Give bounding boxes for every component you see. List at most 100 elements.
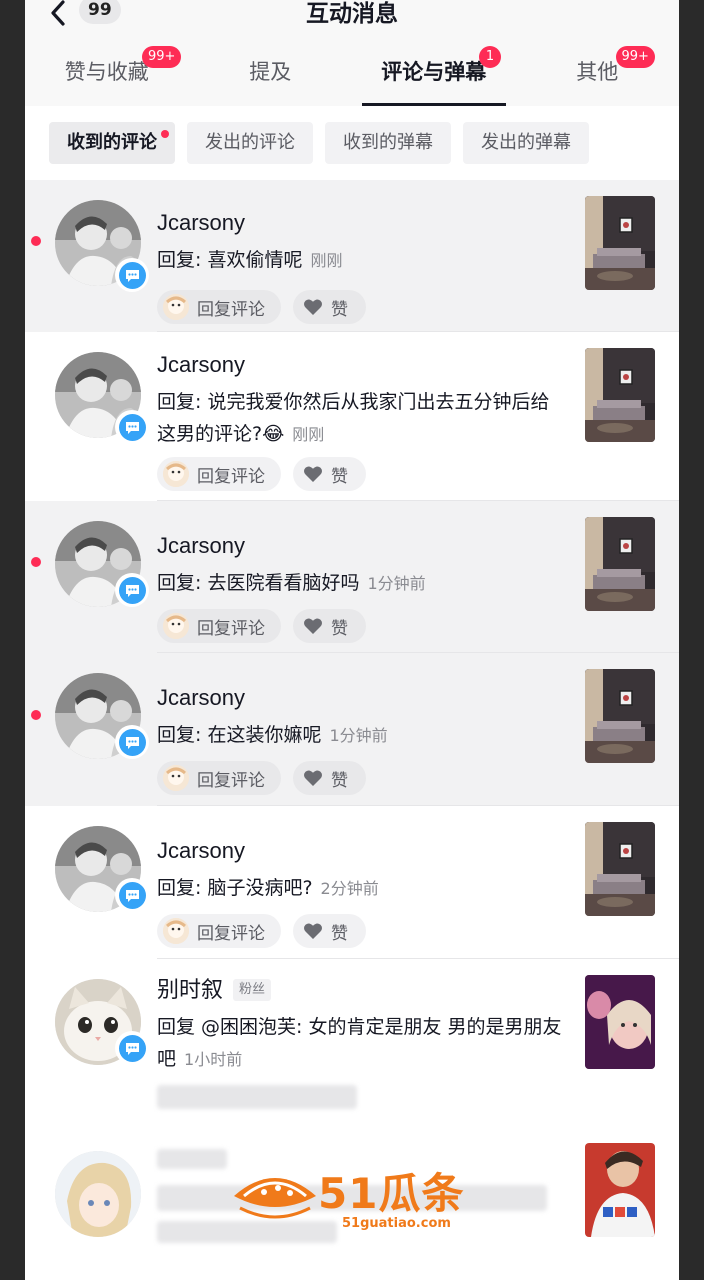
video-thumbnail[interactable] xyxy=(585,517,655,611)
username-text: Jcarsony xyxy=(157,838,246,863)
fan-tag: 粉丝 xyxy=(233,979,272,1001)
tab-likes-favorites[interactable]: 赞与收藏 99+ xyxy=(25,44,189,106)
video-thumbnail[interactable] xyxy=(585,975,655,1069)
my-avatar-icon xyxy=(163,765,189,791)
filter-chips: 收到的评论 发出的评论 收到的弹幕 发出的弹幕 xyxy=(25,106,679,180)
avatar[interactable] xyxy=(55,1151,141,1237)
reply-body: 回复: 脑子没病吧? xyxy=(157,877,313,899)
like-button[interactable]: 赞 xyxy=(293,914,366,948)
comment-badge xyxy=(115,573,149,607)
reply-comment-button[interactable]: 回复评论 xyxy=(157,290,281,324)
heart-icon xyxy=(304,923,322,939)
chip-sent-comments[interactable]: 发出的评论 xyxy=(187,122,313,164)
like-button[interactable]: 赞 xyxy=(293,609,366,643)
reply-body: 回复: 说完我爱你然后从我家门出去五分钟后给这男的评论?😂 xyxy=(157,391,550,445)
chip-label: 收到的评论 xyxy=(67,132,157,153)
like-button[interactable]: 赞 xyxy=(293,290,366,324)
comment-badge xyxy=(115,258,149,292)
chip-label: 发出的评论 xyxy=(205,132,295,153)
reply-body: 回复: 去医院看看脑好吗 xyxy=(157,572,360,594)
reply-text: 回复: 脑子没病吧? 2分钟前 xyxy=(157,872,567,905)
unread-dot xyxy=(161,130,169,138)
video-thumbnail[interactable] xyxy=(585,196,655,290)
blurred-username xyxy=(157,1149,227,1169)
username-text: Jcarsony xyxy=(157,685,246,710)
action-bar: 回复评论 赞 xyxy=(157,290,366,324)
comment-icon xyxy=(125,1042,139,1055)
comment-icon xyxy=(125,736,139,749)
username[interactable]: Jcarsony xyxy=(157,683,567,713)
reply-label: 回复评论 xyxy=(197,466,265,487)
party-thumbnail-image xyxy=(585,975,655,1069)
chip-received-comments[interactable]: 收到的评论 xyxy=(49,122,175,164)
reply-text: 回复: 在这装你嫲呢 1分钟前 xyxy=(157,719,567,752)
chip-label: 收到的弹幕 xyxy=(343,132,433,153)
reply-comment-button[interactable]: 回复评论 xyxy=(157,914,281,948)
list-item[interactable]: Jcarsony 回复: 去医院看看脑好吗 1分钟前 回复评论 赞 xyxy=(25,501,679,653)
video-thumbnail[interactable] xyxy=(585,669,655,763)
notification-content: Jcarsony 回复: 在这装你嫲呢 1分钟前 xyxy=(157,683,567,752)
tab-badge: 1 xyxy=(479,46,501,68)
list-item[interactable]: Jcarsony 回复: 在这装你嫲呢 1分钟前 回复评论 赞 xyxy=(25,653,679,806)
notification-content: Jcarsony 回复: 去医院看看脑好吗 1分钟前 xyxy=(157,531,567,600)
tab-label: 其他 xyxy=(576,60,619,84)
notification-content: 别时叙 粉丝 回复 @困困泡芙: 女的肯定是朋友 男的是男朋友吧 1小时前 xyxy=(157,975,567,1076)
chip-sent-danmaku[interactable]: 发出的弹幕 xyxy=(463,122,589,164)
list-item[interactable]: Jcarsony 回复: 说完我爱你然后从我家门出去五分钟后给这男的评论?😂 刚刚… xyxy=(25,332,679,501)
username[interactable]: 别时叙 粉丝 xyxy=(157,975,567,1005)
like-button[interactable]: 赞 xyxy=(293,457,366,491)
like-label: 赞 xyxy=(331,618,348,639)
timestamp: 1分钟前 xyxy=(329,726,388,745)
tab-comments-danmaku[interactable]: 评论与弹幕 1 xyxy=(352,44,516,106)
tab-badge: 99+ xyxy=(615,46,655,68)
my-avatar-icon xyxy=(163,294,189,320)
reply-label: 回复评论 xyxy=(197,618,265,639)
blurred-actions xyxy=(157,1085,357,1109)
comment-icon xyxy=(125,584,139,597)
timestamp: 2分钟前 xyxy=(320,879,379,898)
tab-other[interactable]: 其他 99+ xyxy=(516,44,680,106)
tab-bar: 赞与收藏 99+ 提及 评论与弹幕 1 其他 99+ xyxy=(25,44,679,106)
username-text: Jcarsony xyxy=(157,533,246,558)
username[interactable]: Jcarsony xyxy=(157,531,567,561)
list-item[interactable]: Jcarsony 回复: 喜欢偷情呢 刚刚 回复评论 赞 xyxy=(25,180,679,332)
video-thumbnail[interactable] xyxy=(585,1143,655,1237)
list-item[interactable]: Jcarsony 回复: 脑子没病吧? 2分钟前 回复评论 赞 xyxy=(25,806,679,959)
username[interactable]: Jcarsony xyxy=(157,836,567,866)
tab-mentions[interactable]: 提及 xyxy=(189,44,353,106)
like-label: 赞 xyxy=(331,923,348,944)
reply-label: 回复评论 xyxy=(197,299,265,320)
header: 99 互动消息 xyxy=(25,0,679,44)
my-avatar-icon xyxy=(163,613,189,639)
reply-comment-button[interactable]: 回复评论 xyxy=(157,457,281,491)
chip-label: 发出的弹幕 xyxy=(481,132,571,153)
timestamp: 刚刚 xyxy=(292,425,325,444)
reply-label: 回复评论 xyxy=(197,923,265,944)
melon-logo-icon xyxy=(234,1178,316,1219)
reply-comment-button[interactable]: 回复评论 xyxy=(157,609,281,643)
notification-content: Jcarsony 回复: 说完我爱你然后从我家门出去五分钟后给这男的评论?😂 刚刚 xyxy=(157,350,567,451)
timestamp: 刚刚 xyxy=(310,251,343,270)
comment-badge xyxy=(115,410,149,444)
heart-icon xyxy=(304,299,322,315)
username[interactable]: Jcarsony xyxy=(157,350,567,380)
username[interactable]: Jcarsony xyxy=(157,208,567,238)
username-text: Jcarsony xyxy=(157,352,246,377)
action-bar: 回复评论 赞 xyxy=(157,761,366,795)
notification-content: Jcarsony 回复: 脑子没病吧? 2分钟前 xyxy=(157,836,567,905)
reply-text: 回复: 喜欢偷情呢 刚刚 xyxy=(157,244,567,277)
username-text: Jcarsony xyxy=(157,210,246,235)
action-bar: 回复评论 赞 xyxy=(157,457,366,491)
person-thumbnail-image xyxy=(585,1143,655,1237)
comment-icon xyxy=(125,889,139,902)
heart-icon xyxy=(304,618,322,634)
reply-text: 回复: 说完我爱你然后从我家门出去五分钟后给这男的评论?😂 刚刚 xyxy=(157,386,567,451)
video-thumbnail[interactable] xyxy=(585,348,655,442)
list-item[interactable]: 别时叙 粉丝 回复 @困困泡芙: 女的肯定是朋友 男的是男朋友吧 1小时前 xyxy=(25,959,679,1129)
action-bar: 回复评论 赞 xyxy=(157,914,366,948)
heart-icon xyxy=(304,466,322,482)
chip-received-danmaku[interactable]: 收到的弹幕 xyxy=(325,122,451,164)
video-thumbnail[interactable] xyxy=(585,822,655,916)
like-button[interactable]: 赞 xyxy=(293,761,366,795)
reply-comment-button[interactable]: 回复评论 xyxy=(157,761,281,795)
